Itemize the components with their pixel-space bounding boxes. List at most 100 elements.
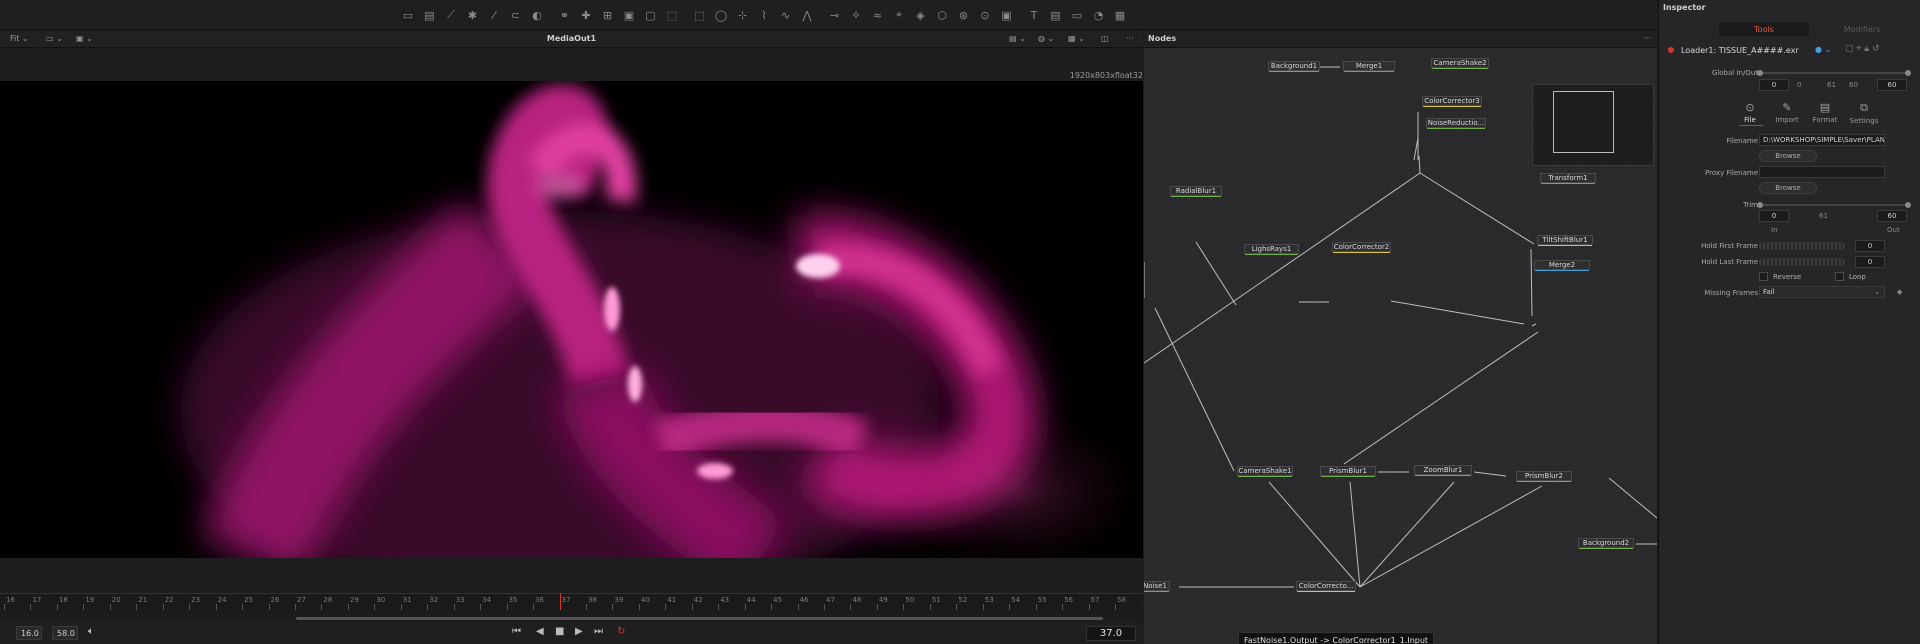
nodes-more-button[interactable]: ···	[1643, 34, 1651, 43]
transform-icon[interactable]: ✚	[578, 7, 594, 23]
color-icon[interactable]: ⚭	[557, 7, 573, 23]
play-button[interactable]: ▶	[575, 626, 583, 637]
stop-button[interactable]: ■	[555, 626, 564, 637]
hold-first-frame-field[interactable]: 0	[1855, 240, 1885, 252]
channel-icon[interactable]: ▤ ⌄	[1009, 34, 1026, 43]
tracker-icon[interactable]: ∿	[778, 7, 794, 23]
keyframe-dot-icon[interactable]: ◆	[1897, 288, 1902, 296]
grid-icon[interactable]: ▦ ⌄	[1068, 34, 1085, 43]
loop-checkbox[interactable]	[1835, 272, 1844, 281]
node-colorcorrector2[interactable]: ColorCorrector2	[1332, 242, 1391, 253]
text-icon[interactable]: ⁄	[486, 7, 502, 23]
blur-icon[interactable]: ⊞	[600, 7, 616, 23]
hold-last-frame-field[interactable]: 0	[1855, 256, 1885, 268]
hold-last-frame-slider[interactable]	[1759, 258, 1845, 266]
subtab-settings[interactable]: ⧉ Settings	[1844, 101, 1884, 125]
node-noise1[interactable]: Noise1	[1144, 581, 1170, 592]
minimap-viewport[interactable]	[1553, 91, 1614, 153]
go-to-end-button[interactable]: ⏭	[594, 626, 603, 637]
step-back-button[interactable]: ◀	[536, 626, 544, 637]
node-merge2[interactable]: Merge2	[1534, 260, 1590, 271]
current-frame-field[interactable]: 37.0	[1086, 626, 1136, 641]
trim-in-field[interactable]: 0	[1759, 210, 1789, 222]
merge-icon[interactable]: ◐	[529, 7, 545, 23]
proxy-browse-button[interactable]: Browse	[1759, 182, 1817, 194]
node-background1[interactable]: Background1	[1268, 61, 1320, 72]
node-camerashake2[interactable]: CameraShake2	[1431, 58, 1489, 69]
cube-icon[interactable]: ⊙	[977, 7, 993, 23]
missing-frames-dropdown[interactable]: Fail ⌄	[1759, 286, 1885, 298]
resize-icon[interactable]: ▢	[643, 7, 659, 23]
end-frame-field[interactable]: 58.0	[52, 626, 78, 640]
node-merge1[interactable]: Merge1	[1343, 61, 1395, 72]
tool-header-icons[interactable]: ▢ ⌖ 🔒︎ ↺	[1845, 44, 1879, 54]
tab-tools[interactable]: Tools	[1719, 22, 1809, 36]
global-out-knob[interactable]	[1905, 70, 1911, 76]
node-lighsrays1[interactable]: LighsRays1	[1244, 244, 1299, 255]
trim-out-field[interactable]: 60	[1877, 210, 1907, 222]
hold-first-frame-slider[interactable]	[1759, 242, 1845, 250]
particle-icon[interactable]: ✱	[465, 7, 481, 23]
filename-field[interactable]: D:\WORKSHOP\SIMPLE\Saver\PLAN	[1759, 134, 1885, 146]
node-minimap[interactable]	[1532, 84, 1654, 166]
global-out-field[interactable]: 60	[1877, 79, 1907, 91]
3d-light-icon[interactable]: ◈	[913, 7, 929, 23]
subtab-file[interactable]: ⊙ File	[1730, 101, 1770, 124]
node-prismblur1[interactable]: PrismBlur1	[1320, 466, 1376, 477]
paint-icon[interactable]: ⟋	[443, 7, 459, 23]
3d-camera-icon[interactable]: ⌖	[891, 7, 907, 23]
display-icon[interactable]: ▦	[1112, 7, 1128, 23]
go-to-start-button[interactable]: ⏮	[512, 626, 521, 637]
node-radialblur1[interactable]: RadialBlur1	[1170, 186, 1222, 197]
ellipse-icon[interactable]: ⊹	[735, 7, 751, 23]
timeline-scrollbar[interactable]	[296, 617, 1103, 620]
polygon-icon[interactable]: ⬚	[692, 7, 708, 23]
grid-icon[interactable]: ◔	[1091, 7, 1107, 23]
node-background2[interactable]: Background2	[1578, 538, 1634, 549]
start-frame-field[interactable]: 16.0	[16, 626, 42, 640]
split-view-icon[interactable]: ◫	[1101, 34, 1109, 43]
bspline-icon[interactable]: ◯	[713, 7, 729, 23]
subtab-format[interactable]: ▤ Format	[1805, 101, 1845, 124]
subtab-import[interactable]: ✎ Import	[1767, 101, 1807, 124]
sphere-icon[interactable]: ▣	[999, 7, 1015, 23]
node-zoomblur1[interactable]: ZoomBlur1	[1414, 465, 1472, 476]
node-colorcorrector3[interactable]: ColorCorrector3	[1422, 96, 1482, 107]
loop-button[interactable]: ↻	[617, 626, 625, 637]
title-icon[interactable]: T	[1026, 7, 1042, 23]
rectangle-icon[interactable]: ⌇	[756, 7, 772, 23]
node-transform1[interactable]: Transform1	[1540, 173, 1596, 184]
3d-render-icon[interactable]: ⬡	[934, 7, 950, 23]
audio-icon[interactable]: 🔈︎	[88, 626, 94, 637]
select-icon[interactable]: ⬚	[664, 7, 680, 23]
node-noisereduction[interactable]: NoiseReductio...	[1426, 118, 1486, 129]
reverse-checkbox[interactable]	[1759, 272, 1768, 281]
3d-shape-icon[interactable]: ⟡	[848, 7, 864, 23]
mask-icon[interactable]: ⊂	[508, 7, 524, 23]
trim-out-knob[interactable]	[1905, 202, 1911, 208]
image-plane-icon[interactable]: ▤	[422, 7, 438, 23]
paint-brush-icon[interactable]: ⊸	[827, 7, 843, 23]
roi-icon[interactable]: ◍ ⌄	[1038, 34, 1054, 43]
settings-icon[interactable]: ▭	[1069, 7, 1085, 23]
node-prismblur2[interactable]: PrismBlur2	[1516, 471, 1572, 482]
global-in-knob[interactable]	[1757, 70, 1763, 76]
node-tiltshiftblur1[interactable]: TiltShiftBlur1	[1537, 235, 1593, 246]
playhead[interactable]	[559, 593, 561, 610]
timeline-ruler[interactable]: 16 17 18 19 20 21 22 23 24 25 26 27 28 29 30 31 32 33 34 35…	[0, 593, 1143, 610]
tab-modifiers[interactable]: Modifiers	[1817, 22, 1907, 36]
filename-browse-button[interactable]: Browse	[1759, 150, 1817, 162]
viewer-more-button[interactable]: ···	[1126, 34, 1134, 43]
node-canvas[interactable]: Background1 Merge1 CameraShake2 ColorCor…	[1144, 48, 1657, 644]
global-in-field[interactable]: 0	[1759, 79, 1789, 91]
view-icon[interactable]: ▤	[1048, 7, 1064, 23]
trim-in-knob[interactable]	[1757, 202, 1763, 208]
proxy-filename-field[interactable]	[1759, 166, 1885, 178]
tool-version-dot-icon[interactable]: ● ⌄	[1815, 45, 1831, 54]
crop-icon[interactable]: ▣	[621, 7, 637, 23]
warp-icon[interactable]: ⋀	[799, 7, 815, 23]
background-icon[interactable]: ▭	[400, 7, 416, 23]
node-colorcorrector1-1[interactable]: ColorCorrecto...	[1296, 581, 1356, 592]
node-camerashake1[interactable]: CameraShake1	[1237, 466, 1293, 477]
viewer[interactable]: 1920x803xfloat32	[0, 48, 1143, 593]
